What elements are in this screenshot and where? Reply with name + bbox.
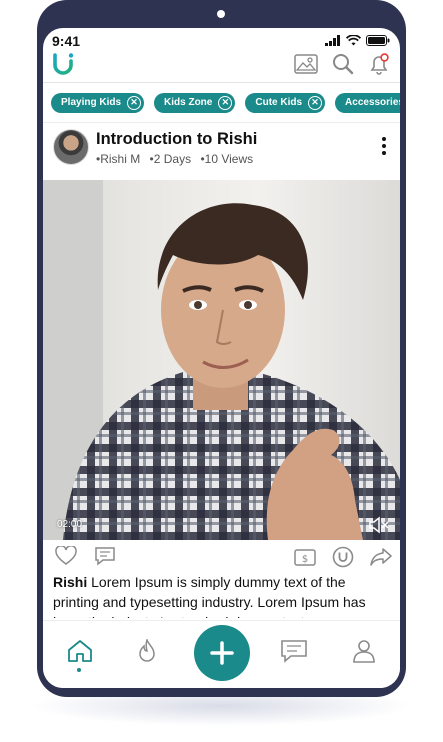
signal-icon <box>325 34 340 46</box>
profile-icon[interactable] <box>353 639 375 663</box>
camera-dot <box>217 10 225 18</box>
caption-author[interactable]: Rishi <box>53 574 87 590</box>
post-author[interactable]: •Rishi M <box>96 152 140 166</box>
trending-flame-icon[interactable] <box>137 637 157 663</box>
home-icon[interactable] <box>67 639 93 663</box>
post-video[interactable]: 02:00 <box>43 180 400 540</box>
chip-label: Cute Kids <box>255 97 303 108</box>
video-thumbnail <box>43 180 400 540</box>
notification-bell-icon[interactable] <box>368 53 390 75</box>
add-button[interactable] <box>194 625 250 681</box>
chip-label: Accessories <box>345 97 400 108</box>
header-actions <box>294 53 390 75</box>
post-actions-left <box>55 546 115 566</box>
volume-icon[interactable] <box>368 516 390 534</box>
caption-text: Lorem Ipsum is simply dummy text of the … <box>53 574 366 618</box>
status-icons <box>325 34 390 46</box>
post-age: •2 Days <box>149 152 192 166</box>
u-logo-icon[interactable] <box>51 52 75 81</box>
chip-label: Kids Zone <box>164 97 213 108</box>
messages-icon[interactable] <box>281 639 307 663</box>
chip-close-icon[interactable]: ✕ <box>308 95 323 110</box>
plus-icon <box>210 641 234 665</box>
share-icon[interactable] <box>370 547 392 567</box>
chip-cute-kids[interactable]: Cute Kids ✕ <box>245 92 326 113</box>
status-bar: 9:41 <box>43 28 400 50</box>
bottom-navigation <box>43 620 400 688</box>
like-heart-icon[interactable] <box>55 546 77 566</box>
avatar[interactable] <box>53 129 89 165</box>
post-title[interactable]: Introduction to Rishi <box>96 130 257 149</box>
more-options-icon[interactable] <box>382 137 386 158</box>
nav-profile[interactable] <box>353 639 375 668</box>
post-actions: $ <box>43 542 400 572</box>
search-icon[interactable] <box>332 53 354 75</box>
nav-home[interactable] <box>67 639 93 668</box>
chip-close-icon[interactable]: ✕ <box>127 95 142 110</box>
comment-icon[interactable] <box>95 546 115 566</box>
nav-messages[interactable] <box>281 639 307 668</box>
nav-trending[interactable] <box>137 637 157 668</box>
app-screen: 9:41 Playing Kids ✕ Kids Zone ✕ Cute Kid… <box>43 28 400 688</box>
u-coin-icon[interactable] <box>332 546 354 568</box>
svg-text:$: $ <box>302 554 308 565</box>
phone-frame: 9:41 Playing Kids ✕ Kids Zone ✕ Cute Kid… <box>37 0 406 697</box>
chip-accessories[interactable]: Accessories ✕ <box>335 92 400 113</box>
active-nav-indicator <box>77 668 81 672</box>
post-actions-right: $ <box>294 546 392 568</box>
post-caption: Rishi Lorem Ipsum is simply dummy text o… <box>53 572 395 618</box>
chip-label: Playing Kids <box>61 97 122 108</box>
post-header: Introduction to Rishi •Rishi M •2 Days •… <box>43 124 400 180</box>
chip-close-icon[interactable]: ✕ <box>218 95 233 110</box>
gallery-icon[interactable] <box>294 54 318 74</box>
battery-icon <box>366 34 390 46</box>
status-time: 9:41 <box>52 33 81 49</box>
post-views: •10 Views <box>200 152 254 166</box>
app-header <box>43 50 400 83</box>
chip-kids-zone[interactable]: Kids Zone ✕ <box>154 92 236 113</box>
post-meta: •Rishi M •2 Days •10 Views <box>96 152 259 166</box>
tip-money-icon[interactable]: $ <box>294 547 316 567</box>
chip-playing-kids[interactable]: Playing Kids ✕ <box>51 92 145 113</box>
category-chips: Playing Kids ✕ Kids Zone ✕ Cute Kids ✕ A… <box>43 83 400 123</box>
video-duration: 02:00 <box>57 519 83 530</box>
wifi-icon <box>346 34 361 45</box>
